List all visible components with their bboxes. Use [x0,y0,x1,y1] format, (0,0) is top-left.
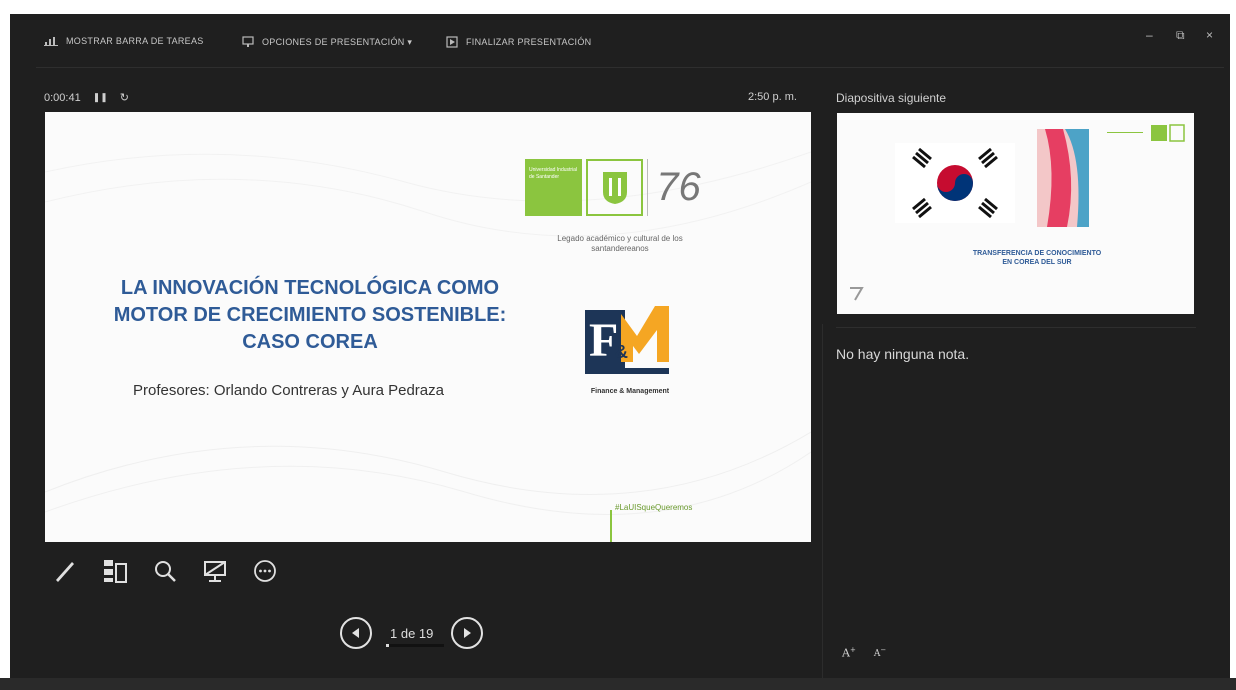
presentation-options-button[interactable]: OPCIONES DE PRESENTACIÓN ▾ [242,36,412,48]
next-slide-logo [1107,124,1185,142]
previous-slide-button[interactable] [340,617,372,649]
notes-divider [836,327,1196,328]
next-slide-caption: TRANSFERENCIA DE CONOCIMIENTO EN COREA D… [897,249,1177,267]
slide-tools [50,556,280,586]
reset-timer-button[interactable]: ↻ [120,91,129,104]
toolbar-divider [36,67,1224,68]
minimize-button[interactable]: – [1146,28,1153,42]
increase-font-button[interactable]: A+ [842,646,856,660]
zoom-button[interactable] [150,556,180,586]
see-all-slides-icon [104,560,127,583]
svg-text:&: & [615,342,628,362]
fm-logo: F & [585,306,669,374]
uis-logo: Universidad Industrial de Santander 76 [525,159,709,216]
korea-flag-icon [895,143,1015,223]
slide-title-line: LA INNOVACIÓN TECNOLÓGICA COMO [120,277,500,299]
next-slide-button[interactable] [451,617,484,649]
more-options-button[interactable] [250,556,280,586]
hashtag-text: #LaUISqueQueremos [615,503,693,512]
see-all-slides-button[interactable] [100,556,130,586]
uis-logo-text: Universidad Industrial de Santander [525,159,582,216]
zoom-icon [155,561,176,582]
current-slide[interactable]: Universidad Industrial de Santander 76 L… [45,112,811,542]
show-taskbar-button[interactable]: MOSTRAR BARRA DE TAREAS [44,36,204,46]
black-screen-icon [204,561,226,582]
taskbar-icon [44,37,58,46]
presenter-view: MOSTRAR BARRA DE TAREAS OPCIONES DE PRES… [10,14,1230,680]
next-slide-icon [464,628,472,638]
slide-title-line: MOTOR DE CRECIMIENTO SOSTENIBLE: [113,304,507,326]
restore-button[interactable]: ⧉ [1176,28,1185,43]
pen-icon [56,562,74,582]
decrease-font-button[interactable]: A− [874,646,886,660]
end-presentation-icon [446,36,458,48]
next-slide-76-logo [850,287,864,301]
svg-text:F: F [589,314,618,367]
pen-tool-button[interactable] [50,556,80,586]
slide-title-line: CASO COREA [242,331,378,353]
presentation-options-label: OPCIONES DE PRESENTACIÓN ▾ [262,36,413,47]
pause-timer-button[interactable]: ❚❚ [93,92,108,103]
notes-font-controls: A+ A− [842,646,886,660]
slide-progress-fill [386,643,390,647]
presentation-options-icon [242,36,254,47]
next-slide-title: Diapositiva siguiente [836,91,947,105]
black-screen-button[interactable] [200,556,230,586]
hashtag-accent-line [610,510,612,542]
slide-counter: 1 de 19 [390,625,434,641]
slide-counter-button[interactable]: 1 de 19 [386,625,444,647]
end-presentation-button[interactable]: FINALIZAR PRESENTACIÓN [446,36,591,48]
close-button[interactable]: × [1206,28,1213,42]
speaker-notes[interactable]: No hay ninguna nota. [836,346,969,362]
next-slide-preview[interactable]: TRANSFERENCIA DE CONOCIMIENTO EN COREA D… [837,113,1194,314]
top-toolbar: MOSTRAR BARRA DE TAREAS OPCIONES DE PRES… [10,14,1230,72]
slide-navigation: 1 de 19 [340,617,484,649]
window-frame: MOSTRAR BARRA DE TAREAS OPCIONES DE PRES… [0,0,1236,690]
uis-shield-icon [586,159,643,216]
next-slide-caption-line: EN COREA DEL SUR [1002,259,1072,266]
slide-progress-bar [386,643,444,647]
previous-slide-icon [352,628,359,638]
current-time: 2:50 p. m. [748,91,797,103]
next-slide-caption-line: TRANSFERENCIA DE CONOCIMIENTO [972,250,1102,257]
fm-caption: Finance & Management [590,388,670,395]
slide-title: LA INNOVACIÓN TECNOLÓGICA COMO MOTOR DE … [95,275,525,356]
panel-divider [822,324,823,680]
bottom-bar [0,678,1236,690]
more-options-icon [254,560,276,582]
fabric-photo [1037,129,1089,227]
end-presentation-label: FINALIZAR PRESENTACIÓN [466,37,592,47]
elapsed-time: 0:00:41 [44,91,81,104]
timer: 0:00:41 ❚❚ ↻ [44,91,129,105]
anniversary-76-logo: 76 [647,159,709,216]
slide-professors: Profesores: Orlando Contreras y Aura Ped… [133,382,444,399]
show-taskbar-label: MOSTRAR BARRA DE TAREAS [66,36,204,46]
legado-text: Legado académico y cultural de los santa… [557,234,683,253]
